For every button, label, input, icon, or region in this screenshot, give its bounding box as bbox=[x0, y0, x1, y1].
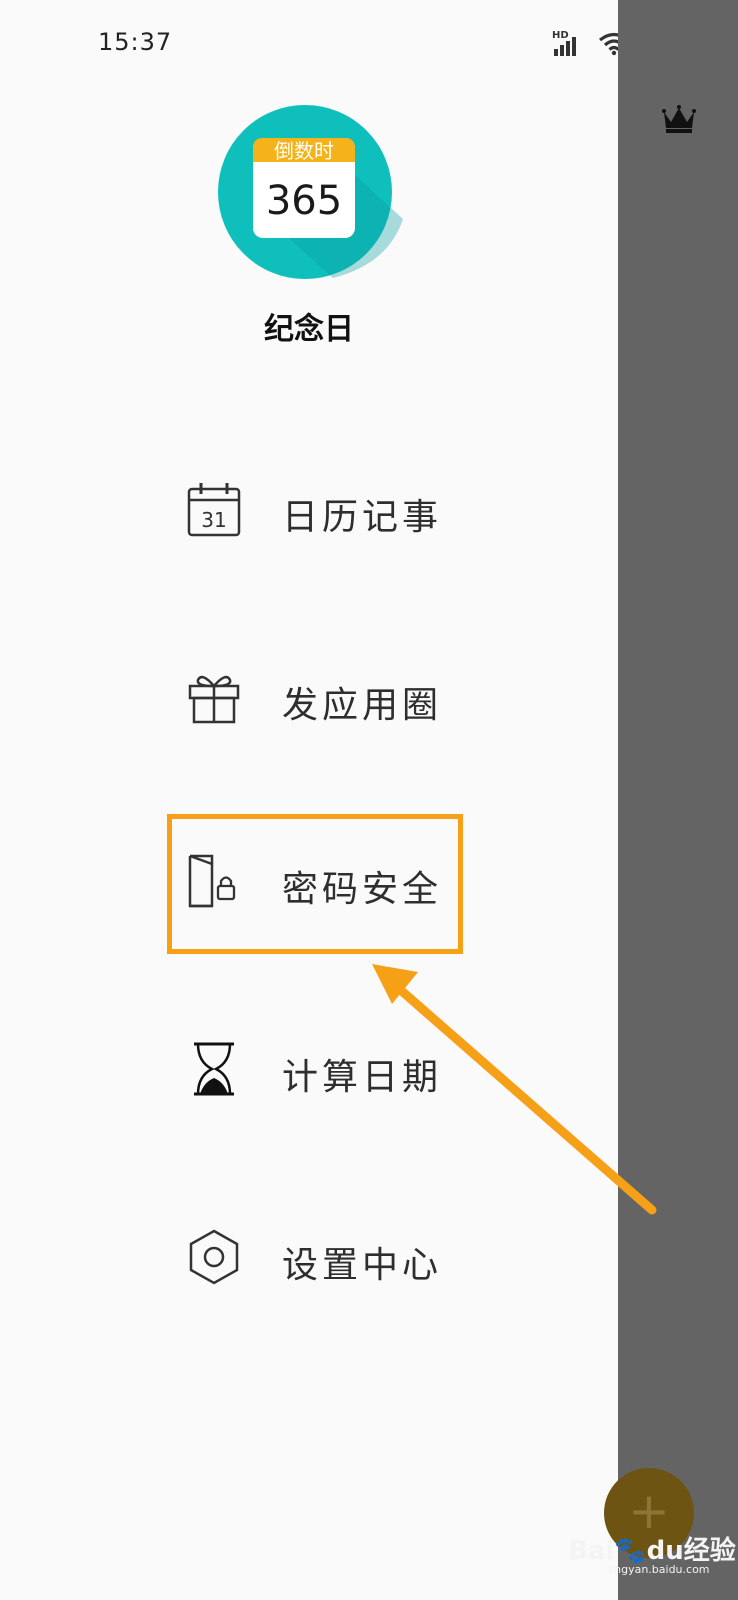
baidu-watermark: Bai🐾du经验 jingyan.baidu.com bbox=[568, 1530, 736, 1580]
watermark-paw-icon: 🐾 bbox=[614, 1536, 647, 1566]
watermark-brand-2: du bbox=[646, 1536, 684, 1566]
watermark-brand: Bai bbox=[568, 1536, 615, 1566]
annotation-arrow bbox=[372, 964, 657, 1215]
watermark-suffix: 经验 bbox=[683, 1536, 736, 1566]
